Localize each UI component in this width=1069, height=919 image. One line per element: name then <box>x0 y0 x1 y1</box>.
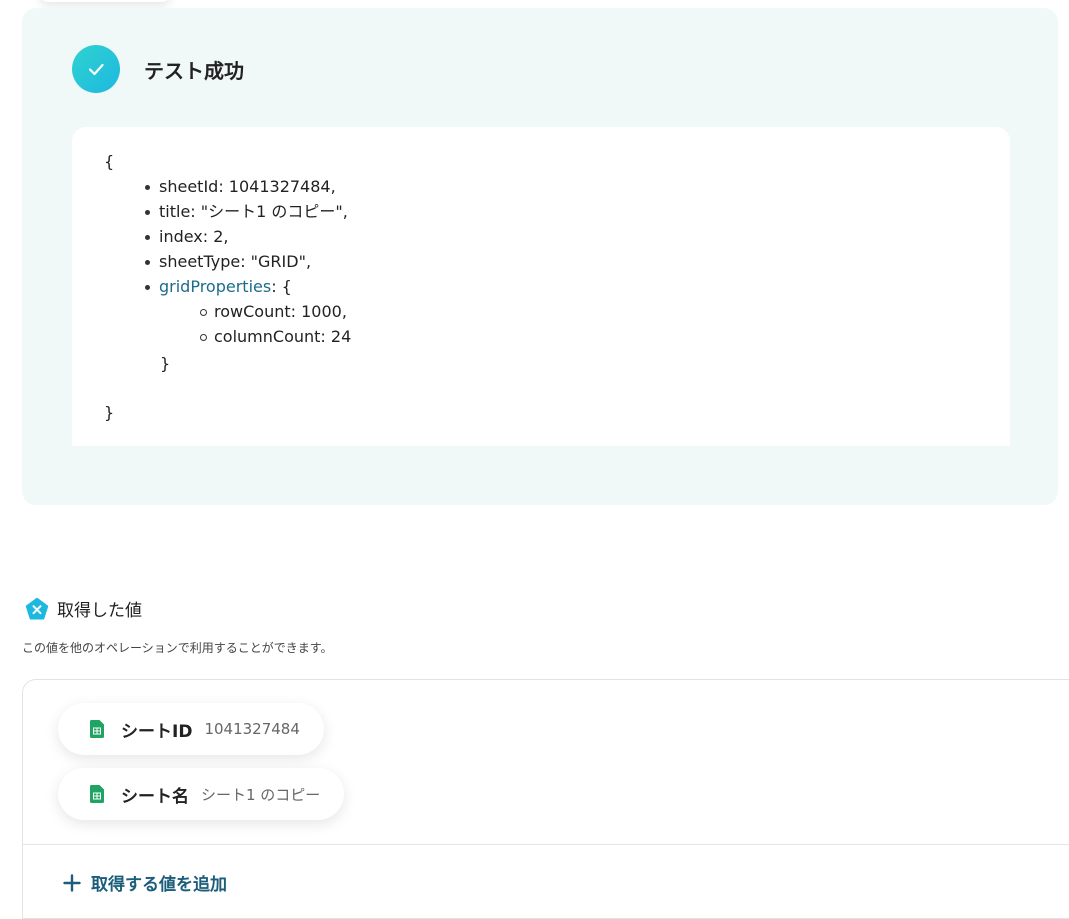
json-item-index: index: 2, <box>145 224 348 249</box>
grid-close-brace: } <box>160 354 171 373</box>
json-item-row-count: rowCount: 1000, <box>200 299 351 324</box>
json-open-brace: { <box>104 152 115 171</box>
grid-properties-key[interactable]: gridProperties <box>159 277 271 296</box>
success-header: テスト成功 <box>72 45 244 93</box>
json-item-title: title: "シート1 のコピー", <box>145 199 348 224</box>
success-title: テスト成功 <box>144 58 244 83</box>
add-value-label: 取得する値を追加 <box>91 875 227 895</box>
json-item-grid-properties: gridProperties: { <box>145 274 348 299</box>
ring-bullet-icon <box>200 309 207 316</box>
grid-properties-list: rowCount: 1000, columnCount: 24 <box>200 299 351 349</box>
add-value-button[interactable]: 取得する値を追加 <box>63 870 227 895</box>
json-close-brace: } <box>104 403 115 422</box>
json-item-sheet-id: sheetId: 1041327484, <box>145 174 348 199</box>
values-description: この値を他のオペレーションで利用することができます。 <box>22 641 333 655</box>
chip-label: シートID <box>121 721 193 742</box>
ring-bullet-icon <box>200 334 207 341</box>
chip-value: 1041327484 <box>204 720 300 738</box>
test-result-panel: テスト成功 { sheetId: 1041327484, title: "シート… <box>22 8 1058 505</box>
google-sheets-icon <box>90 720 104 738</box>
value-chip-sheet-id[interactable]: シートID 1041327484 <box>58 703 324 755</box>
chip-value: シート1 のコピー <box>201 785 321 804</box>
x-badge-icon <box>25 597 49 620</box>
bullet-icon <box>145 210 150 215</box>
value-chip-sheet-name[interactable]: シート名 シート1 のコピー <box>58 768 345 820</box>
acquired-values-card: シートID 1041327484 シート名 シート1 のコピー 取得する値を追加 <box>22 679 1069 919</box>
values-section-title: 取得した値 <box>25 596 142 621</box>
bullet-icon <box>145 285 150 290</box>
check-circle-icon <box>72 45 120 93</box>
values-section-heading: 取得した値 <box>57 601 142 621</box>
previous-card-edge <box>40 0 170 2</box>
json-property-list: sheetId: 1041327484, title: "シート1 のコピー",… <box>145 174 348 299</box>
json-output-box: { sheetId: 1041327484, title: "シート1 のコピー… <box>72 127 1010 446</box>
card-divider <box>23 844 1069 845</box>
json-item-column-count: columnCount: 24 <box>200 324 351 349</box>
google-sheets-icon <box>90 785 104 803</box>
bullet-icon <box>145 260 150 265</box>
bullet-icon <box>145 185 150 190</box>
bullet-icon <box>145 235 150 240</box>
chip-label: シート名 <box>121 786 189 807</box>
json-item-sheet-type: sheetType: "GRID", <box>145 249 348 274</box>
plus-icon <box>63 873 81 892</box>
